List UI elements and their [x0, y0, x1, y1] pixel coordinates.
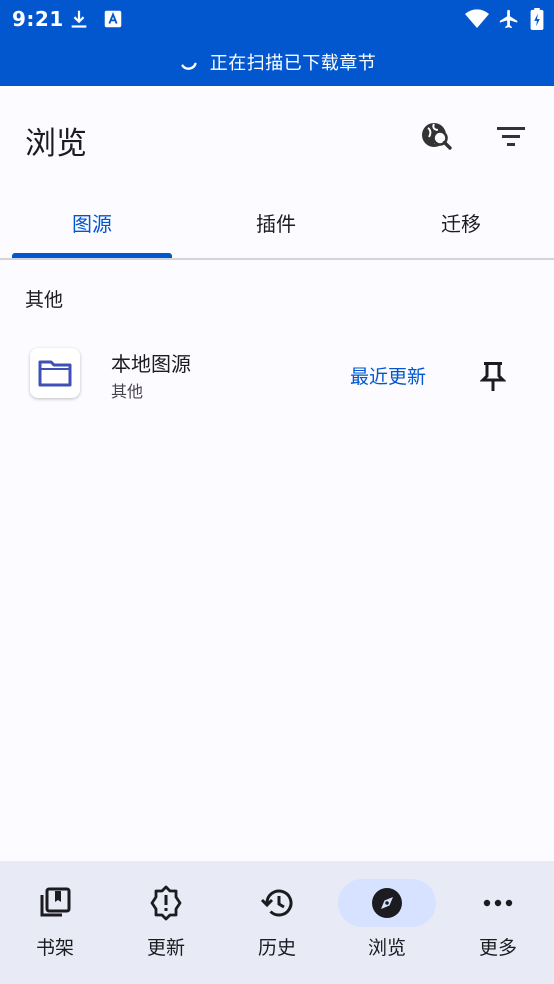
source-item-local[interactable]: 本地图源 其他 最近更新: [0, 338, 554, 412]
history-icon: [228, 879, 326, 927]
a-notification-icon: [102, 8, 124, 30]
nav-browse[interactable]: 浏览: [332, 861, 442, 984]
status-time: 9:21: [12, 7, 64, 31]
airplane-icon: [498, 8, 520, 30]
nav-label-more: 更多: [478, 937, 517, 959]
tab-extensions[interactable]: 插件: [184, 186, 368, 258]
banner-text: 正在扫描已下载章节: [209, 53, 377, 74]
nav-more[interactable]: 更多: [443, 861, 553, 984]
global-search-icon[interactable]: [416, 116, 456, 156]
battery-charging-icon: [530, 8, 544, 31]
status-bar: 9:21: [0, 0, 554, 38]
tab-bar: 图源 插件 迁移: [0, 186, 554, 260]
tab-indicator: [12, 253, 172, 258]
section-header: 其他: [25, 289, 64, 311]
nav-label-history: 历史: [257, 937, 296, 959]
nav-history[interactable]: 历史: [222, 861, 332, 984]
more-icon: [449, 879, 547, 927]
updates-icon: [117, 879, 215, 927]
compass-icon: [338, 879, 436, 927]
scanning-banner: 正在扫描已下载章节: [0, 38, 554, 86]
nav-updates[interactable]: 更新: [111, 861, 221, 984]
nav-library[interactable]: 书架: [0, 861, 110, 984]
tab-sources[interactable]: 图源: [0, 186, 184, 258]
library-icon: [6, 879, 104, 927]
bottom-navigation: 书架 更新 历史 浏览 更多: [0, 861, 554, 984]
filter-icon[interactable]: [491, 116, 531, 156]
latest-button[interactable]: 最近更新: [350, 362, 426, 389]
page-title: 浏览: [25, 126, 87, 162]
download-icon: [68, 8, 90, 30]
tab-migrate[interactable]: 迁移: [369, 186, 553, 258]
wifi-icon: [464, 8, 490, 30]
pin-icon[interactable]: [473, 356, 513, 396]
nav-label-library: 书架: [35, 937, 74, 959]
source-language: 其他: [111, 382, 144, 401]
source-name: 本地图源: [111, 352, 191, 376]
top-app-bar: 浏览: [0, 86, 554, 186]
nav-label-browse: 浏览: [367, 937, 406, 959]
nav-label-updates: 更新: [146, 937, 185, 959]
folder-icon: [30, 348, 80, 398]
spinner-icon: [178, 51, 200, 73]
